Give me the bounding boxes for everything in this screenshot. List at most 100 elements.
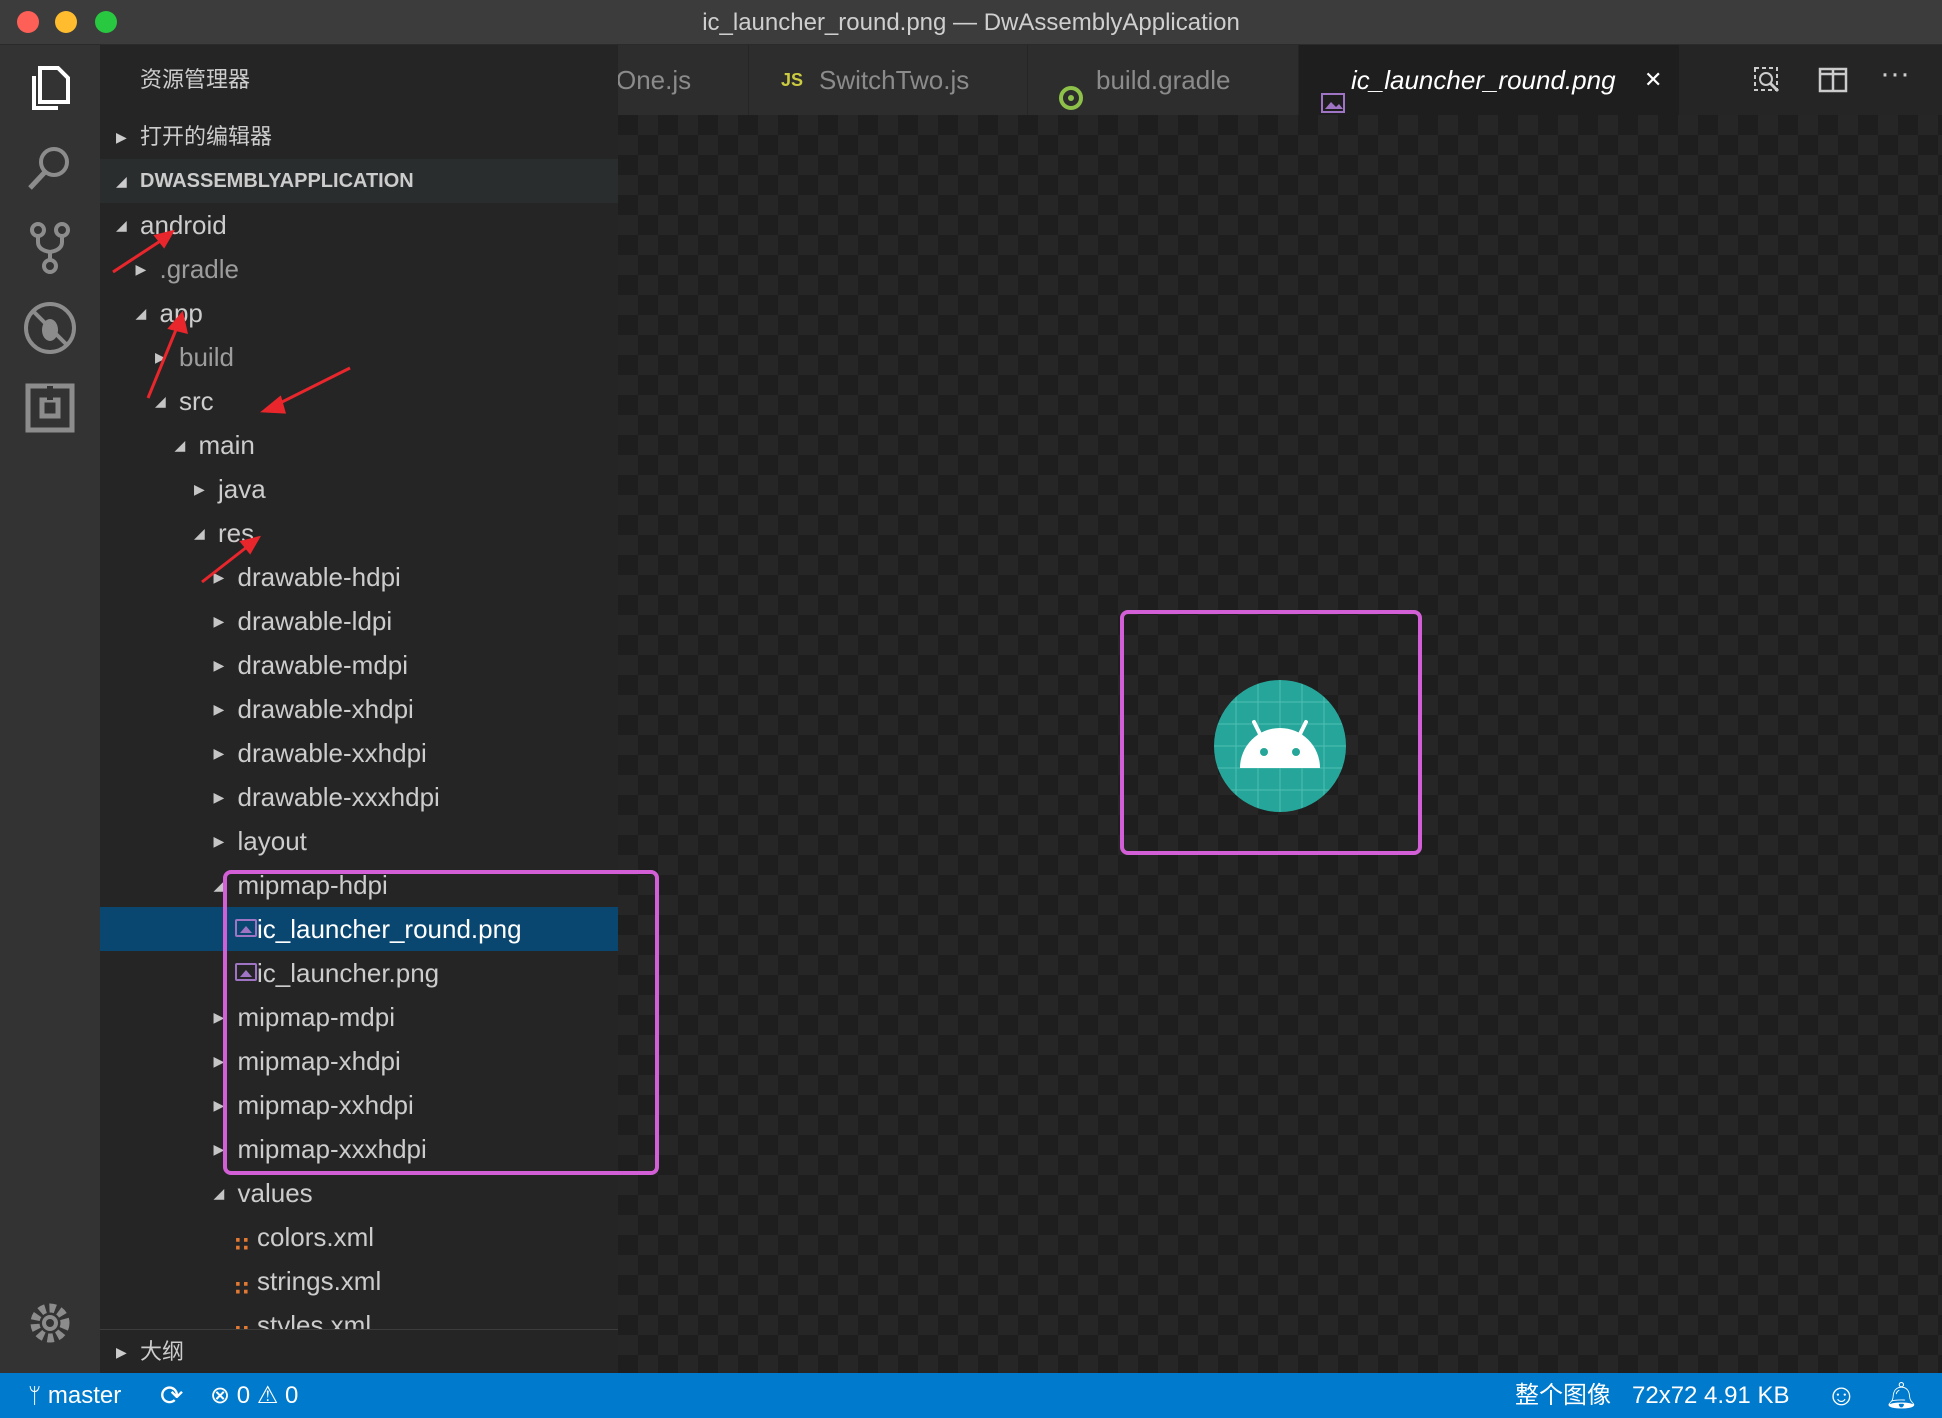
split-editor-icon[interactable] bbox=[1818, 65, 1848, 100]
chevron-right-icon: ▶ bbox=[194, 481, 205, 497]
tree-folder[interactable]: ◢ mipmap-hdpi bbox=[100, 863, 618, 907]
chevron-right-icon: ▶ bbox=[213, 745, 225, 761]
open-preview-icon[interactable] bbox=[1752, 65, 1782, 100]
tree-item-label: strings.xml bbox=[257, 1266, 382, 1296]
tab-ic-launcher-round[interactable]: ic_launcher_round.png ✕ bbox=[1299, 45, 1680, 115]
error-icon: ⊗ bbox=[210, 1382, 231, 1409]
chevron-down-icon: ◢ bbox=[174, 437, 186, 453]
tree-folder[interactable]: ◢ android bbox=[100, 203, 618, 247]
title-bar: ic_launcher_round.png — DwAssemblyApplic… bbox=[0, 0, 1942, 45]
tree-item-label: android bbox=[140, 210, 227, 240]
gear-icon[interactable] bbox=[22, 1295, 78, 1351]
tree-item-label: drawable-hdpi bbox=[237, 562, 401, 592]
chevron-down-icon: ◢ bbox=[194, 525, 205, 541]
tree-item-label: ic_launcher_round.png bbox=[257, 914, 522, 944]
chevron-down-icon: ◢ bbox=[116, 217, 127, 233]
notification-bell-icon[interactable]: 🔔︎ bbox=[1885, 1373, 1918, 1418]
image-file-icon bbox=[235, 919, 257, 937]
tree-folder[interactable]: ▶ mipmap-xxhdpi bbox=[100, 1083, 618, 1127]
tree-folder[interactable]: ▶ drawable-hdpi bbox=[100, 555, 618, 599]
tree-file[interactable]: ∷ styles.xml bbox=[100, 1303, 618, 1329]
tree-item-label: layout bbox=[237, 826, 307, 856]
tree-item-label: colors.xml bbox=[257, 1222, 375, 1252]
tree-folder[interactable]: ▶ mipmap-xhdpi bbox=[100, 1039, 618, 1083]
tree-folder[interactable]: ▶ layout bbox=[100, 819, 618, 863]
explorer-sidebar: 资源管理器 ▶ 打开的编辑器 ◢ DWASSEMBLYAPPLICATION ◢… bbox=[100, 45, 618, 1373]
tree-item-label: drawable-xxxhdpi bbox=[237, 782, 440, 812]
image-file-icon bbox=[235, 963, 257, 981]
tree-item-label: app bbox=[159, 298, 203, 328]
chevron-right-icon: ▶ bbox=[213, 569, 225, 585]
branch-indicator[interactable]: ᛘ master bbox=[28, 1373, 121, 1418]
chevron-right-icon: ▶ bbox=[155, 349, 166, 365]
tree-item-label: src bbox=[179, 386, 214, 416]
tree-item-label: drawable-mdpi bbox=[237, 650, 409, 680]
tree-item-label: styles.xml bbox=[257, 1310, 372, 1329]
tab-build-gradle[interactable]: build.gradle bbox=[1028, 45, 1299, 115]
source-control-icon[interactable] bbox=[22, 220, 78, 276]
editor-actions: ··· bbox=[1730, 45, 1942, 115]
tree-folder[interactable]: ▶ mipmap-mdpi bbox=[100, 995, 618, 1039]
sync-icon[interactable]: ⟳ bbox=[160, 1373, 183, 1418]
tree-item-label: java bbox=[218, 474, 266, 504]
tree-folder[interactable]: ▶ drawable-ldpi bbox=[100, 599, 618, 643]
tree-item-label: values bbox=[237, 1178, 313, 1208]
tree-folder[interactable]: ▶ .gradle bbox=[100, 247, 618, 291]
feedback-smiley-icon[interactable]: ☺ bbox=[1826, 1373, 1857, 1418]
status-bar: ᛘ master ⟳ ⊗ 0 ⚠ 0 整个图像 72x72 4.91 KB ☺ … bbox=[0, 1373, 1942, 1418]
chevron-down-icon: ◢ bbox=[155, 393, 166, 409]
extensions-icon[interactable] bbox=[22, 380, 78, 436]
tree-folder[interactable]: ◢ src bbox=[100, 379, 618, 423]
chevron-right-icon: ▶ bbox=[213, 657, 225, 673]
tree-folder[interactable]: ◢ values bbox=[100, 1171, 618, 1215]
chevron-down-icon: ◢ bbox=[213, 877, 225, 893]
search-icon[interactable] bbox=[22, 140, 78, 196]
editor-tabs: One.js JS SwitchTwo.js build.gradle ic_l… bbox=[618, 45, 1942, 115]
tree-file[interactable]: ic_launcher_round.png bbox=[100, 907, 618, 951]
tree-file[interactable]: ic_launcher.png bbox=[100, 951, 618, 995]
debug-icon[interactable] bbox=[22, 300, 78, 356]
file-tree: ◢ android ▶ .gradle ◢ app ▶ build ◢ src ◢ main ▶ java… bbox=[100, 45, 618, 1329]
tree-item-label: mipmap-xhdpi bbox=[237, 1046, 401, 1076]
tree-folder[interactable]: ▶ drawable-xxhdpi bbox=[100, 731, 618, 775]
outline-section[interactable]: ▶ 大纲 bbox=[100, 1329, 618, 1374]
tree-folder[interactable]: ◢ res bbox=[100, 511, 618, 555]
chevron-right-icon: ▶ bbox=[213, 833, 225, 849]
tree-folder[interactable]: ◢ app bbox=[100, 291, 618, 335]
tree-folder[interactable]: ▶ drawable-xhdpi bbox=[100, 687, 618, 731]
tree-folder[interactable]: ▶ drawable-xxxhdpi bbox=[100, 775, 618, 819]
explorer-icon[interactable] bbox=[22, 60, 78, 116]
tab-one-js[interactable]: One.js bbox=[618, 45, 749, 115]
tree-item-label: mipmap-xxxhdpi bbox=[237, 1134, 427, 1164]
tree-folder[interactable]: ▶ build bbox=[100, 335, 618, 379]
tree-item-label: mipmap-xxhdpi bbox=[237, 1090, 414, 1120]
tree-file[interactable]: ∷ colors.xml bbox=[100, 1215, 618, 1259]
gradle-icon bbox=[1058, 67, 1084, 115]
tree-folder[interactable]: ▶ mipmap-xxxhdpi bbox=[100, 1127, 618, 1171]
tree-folder[interactable]: ◢ main bbox=[100, 423, 618, 467]
tree-folder[interactable]: ▶ java bbox=[100, 467, 618, 511]
chevron-right-icon: ▶ bbox=[213, 1141, 225, 1157]
warning-icon: ⚠ bbox=[256, 1382, 279, 1409]
chevron-right-icon: ▶ bbox=[135, 261, 147, 277]
android-launcher-image bbox=[1214, 680, 1346, 812]
js-icon: JS bbox=[781, 70, 804, 90]
window-title: ic_launcher_round.png — DwAssemblyApplic… bbox=[702, 9, 1240, 36]
tree-folder[interactable]: ▶ drawable-mdpi bbox=[100, 643, 618, 687]
more-actions-icon[interactable]: ··· bbox=[1880, 57, 1910, 91]
tree-item-label: build bbox=[179, 342, 234, 372]
chevron-right-icon: ▶ bbox=[213, 789, 225, 805]
chevron-right-icon: ▶ bbox=[213, 1053, 225, 1069]
tree-item-label: .gradle bbox=[159, 254, 240, 284]
chevron-right-icon: ▶ bbox=[116, 1344, 127, 1360]
chevron-right-icon: ▶ bbox=[213, 701, 225, 717]
close-tab-icon[interactable]: ✕ bbox=[1644, 45, 1662, 115]
xml-file-icon: ∷ bbox=[235, 1311, 249, 1329]
chevron-right-icon: ▶ bbox=[213, 1097, 225, 1113]
tree-item-label: drawable-ldpi bbox=[237, 606, 393, 636]
problems-indicator[interactable]: ⊗ 0 ⚠ 0 bbox=[210, 1373, 298, 1418]
image-view-mode[interactable]: 整个图像 bbox=[1515, 1373, 1611, 1418]
tab-switchtwo-js[interactable]: JS SwitchTwo.js bbox=[749, 45, 1028, 115]
tree-file[interactable]: ∷ strings.xml bbox=[100, 1259, 618, 1303]
tree-item-label: mipmap-mdpi bbox=[237, 1002, 396, 1032]
